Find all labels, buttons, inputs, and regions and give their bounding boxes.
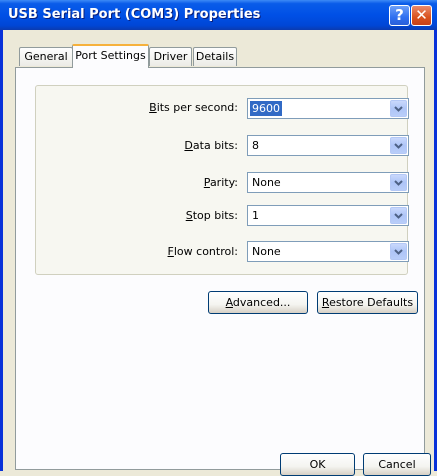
dropdown-button[interactable] (390, 174, 407, 191)
parity-label: Parity: (203, 176, 238, 189)
parity-select[interactable]: None (247, 172, 409, 193)
help-icon: ? (395, 6, 404, 24)
bits-per-second-select[interactable]: 9600 (247, 98, 409, 119)
chevron-down-icon (394, 180, 403, 186)
dropdown-button[interactable] (390, 207, 407, 224)
tab-port-settings[interactable]: Port Settings (72, 44, 149, 68)
window-title: USB Serial Port (COM3) Properties (8, 7, 261, 22)
chevron-down-icon (394, 106, 403, 112)
dropdown-button[interactable] (390, 100, 407, 117)
advanced-button[interactable]: Advanced... (208, 291, 308, 314)
ok-button[interactable]: OK (280, 453, 355, 476)
data-bits-label: Data bits: (184, 139, 238, 152)
chevron-down-icon (394, 143, 403, 149)
close-icon: ✕ (415, 6, 428, 24)
title-bar[interactable]: USB Serial Port (COM3) Properties ? ✕ (0, 0, 437, 30)
cancel-button[interactable]: Cancel (363, 453, 431, 476)
dropdown-button[interactable] (390, 137, 407, 154)
stop-bits-label: Stop bits: (185, 209, 238, 222)
tab-details[interactable]: Details (193, 47, 237, 66)
chevron-down-icon (394, 249, 403, 255)
bits-per-second-label: Bits per second: (149, 101, 238, 114)
restore-defaults-button[interactable]: Restore Defaults (317, 291, 418, 314)
chevron-down-icon (394, 213, 403, 219)
properties-dialog: USB Serial Port (COM3) Properties ? ✕ Ge… (0, 0, 437, 476)
stop-bits-select[interactable]: 1 (247, 205, 409, 226)
close-button[interactable]: ✕ (411, 5, 432, 26)
data-bits-select[interactable]: 8 (247, 135, 409, 156)
flow-control-select[interactable]: None (247, 241, 409, 262)
help-button[interactable]: ? (389, 5, 410, 26)
tab-driver[interactable]: Driver (149, 47, 192, 66)
dropdown-button[interactable] (390, 243, 407, 260)
flow-control-label: Flow control: (167, 245, 238, 258)
tab-general[interactable]: General (19, 47, 73, 66)
